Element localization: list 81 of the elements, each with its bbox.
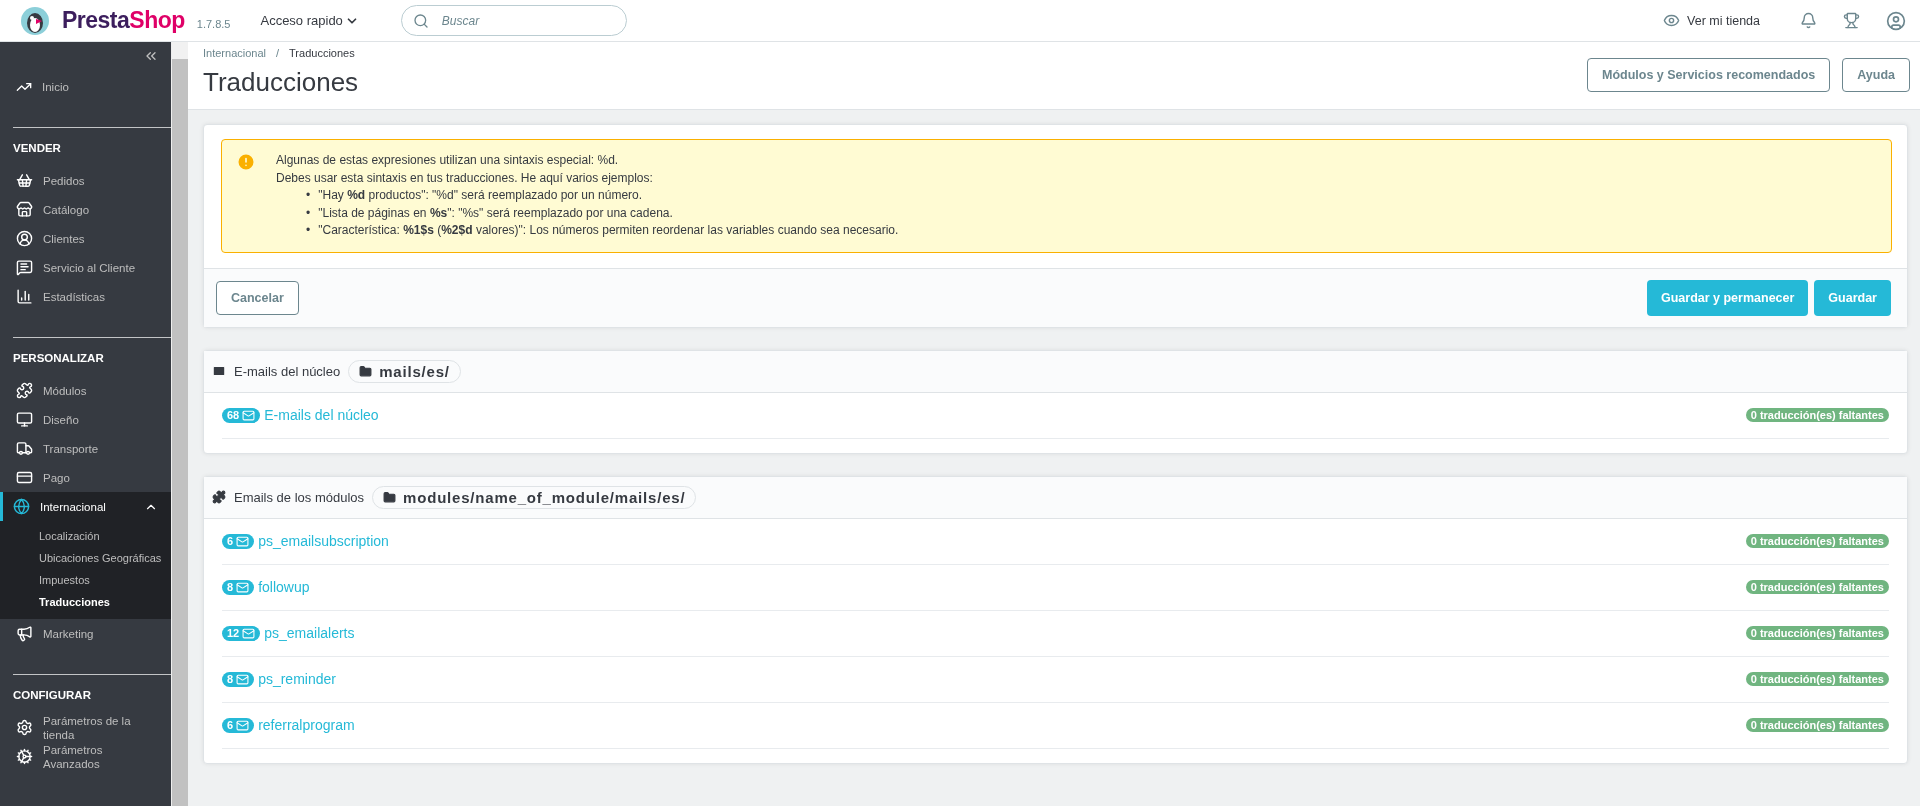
folder-icon	[383, 490, 397, 504]
eye-icon	[1663, 12, 1681, 29]
quick-access-menu[interactable]: Acceso rapido	[260, 13, 359, 28]
example-item: "Hay %d productos": "%d" será reemplazado por un número.	[318, 187, 643, 204]
sidebar-item[interactable]: Parámetros Avanzados	[0, 742, 171, 771]
header-button[interactable]: Módulos y Servicios recomendados	[1587, 58, 1831, 92]
brand-name: PrestaShop	[62, 7, 185, 34]
missing-badge: 0 traducción(es) faltantes	[1745, 718, 1889, 732]
sidebar-item[interactable]: Diseño	[0, 405, 171, 434]
alert-icon	[236, 152, 256, 172]
scrollbar[interactable]	[171, 42, 188, 806]
panel-title: Emails de los módulos	[234, 489, 365, 505]
sidebar-item[interactable]: Internacional	[0, 492, 171, 521]
section-title: VENDER	[12, 141, 62, 156]
breadcrumb-link[interactable]: Traducciones	[289, 47, 355, 59]
search-field[interactable]: Buscar	[400, 5, 627, 36]
sidebar-item[interactable]: Servicio al Cliente	[0, 253, 171, 282]
submenu-item[interactable]: Traducciones	[0, 591, 171, 613]
missing-badge: 0 traducción(es) faltantes	[1745, 534, 1889, 548]
panel-title: E-mails del núcleo	[234, 363, 341, 379]
missing-badge: 0 traducción(es) faltantes	[1745, 672, 1889, 686]
logo-icon	[20, 5, 50, 36]
user-icon[interactable]	[1886, 10, 1906, 31]
page-title: Traducciones	[203, 67, 359, 98]
sidebar-item[interactable]: Parámetros de la tienda	[0, 713, 171, 742]
version-label: 1.7.8.5	[196, 17, 231, 30]
sidebar-item[interactable]: Transporte	[0, 434, 171, 463]
submenu-item[interactable]: Impuestos	[0, 569, 171, 591]
submenu-item[interactable]: Ubicaciones Geográficas	[0, 547, 171, 569]
user-icon	[16, 230, 33, 247]
path-text: mails/es/	[379, 362, 450, 380]
section-title: PERSONALIZAR	[12, 351, 105, 366]
count-text: 6	[227, 535, 234, 547]
settings-icon	[16, 719, 33, 736]
store-icon	[16, 201, 33, 218]
search-icon	[412, 13, 429, 29]
count-text: 68	[227, 409, 240, 421]
missing-badge: 0 traducción(es) faltantes	[1745, 580, 1889, 594]
globe-icon	[13, 498, 30, 515]
bullet-mark: •	[306, 187, 311, 204]
sidebar-item[interactable]: Inicio	[0, 72, 171, 101]
megaphone-icon	[16, 625, 33, 642]
example-item: "Lista de páginas en %s": "%s" será reemplazado por una cadena.	[318, 204, 673, 222]
bullet-mark: •	[306, 222, 311, 239]
cancel-button[interactable]: Cancelar	[216, 280, 299, 315]
chart-icon	[16, 288, 33, 305]
cog-icon	[16, 748, 33, 765]
count-text: 6	[227, 719, 234, 731]
breadcrumb-link[interactable]: Internacional	[203, 47, 266, 59]
puzzle-icon	[212, 490, 226, 504]
monitor-icon	[16, 411, 33, 428]
sidebar-item[interactable]: Clientes	[0, 224, 171, 253]
puzzle-icon	[16, 382, 33, 399]
path-text: modules/name_of_module/mails/es/	[403, 488, 686, 506]
folder-icon	[359, 364, 373, 378]
bell-icon[interactable]	[1800, 12, 1817, 29]
sidebar-item[interactable]: Módulos	[0, 376, 171, 405]
submenu-item[interactable]: Localización	[0, 525, 171, 547]
breadcrumb-separator: /	[276, 47, 280, 59]
card-icon	[16, 469, 33, 486]
section-title: CONFIGURAR	[12, 688, 92, 703]
count-text: 8	[227, 673, 234, 685]
sidebar-item[interactable]: Estadísticas	[0, 282, 171, 311]
count-text: 8	[227, 581, 234, 593]
warning-text: Debes usar esta sintaxis en tus traducciones. He aquí varios ejemplos:	[276, 169, 654, 187]
header-button[interactable]: Ayuda	[1842, 58, 1910, 92]
example-item: "Característica: %1$s (%2$d valores)": Los números permiten reordenar las variables cuando sea necesario.	[318, 222, 899, 239]
sidebar-item[interactable]: Pago	[0, 463, 171, 492]
warning-text: Algunas de estas expresiones utilizan una sintaxis especial: %d.	[276, 152, 620, 169]
sidebar-item[interactable]: Marketing	[0, 619, 171, 648]
count-text: 12	[227, 627, 240, 639]
basket-icon	[16, 172, 33, 189]
bullet-mark: •	[306, 204, 311, 222]
sidebar-item[interactable]: Catálogo	[0, 195, 171, 224]
missing-badge: 0 traducción(es) faltantes	[1745, 408, 1889, 422]
missing-badge: 0 traducción(es) faltantes	[1745, 626, 1889, 640]
view-store-link[interactable]: Ver mi tienda	[1663, 12, 1760, 29]
truck-icon	[16, 440, 33, 457]
trophy-icon[interactable]	[1843, 12, 1860, 29]
chat-icon	[16, 259, 33, 276]
sidebar-item[interactable]: Pedidos	[0, 166, 171, 195]
